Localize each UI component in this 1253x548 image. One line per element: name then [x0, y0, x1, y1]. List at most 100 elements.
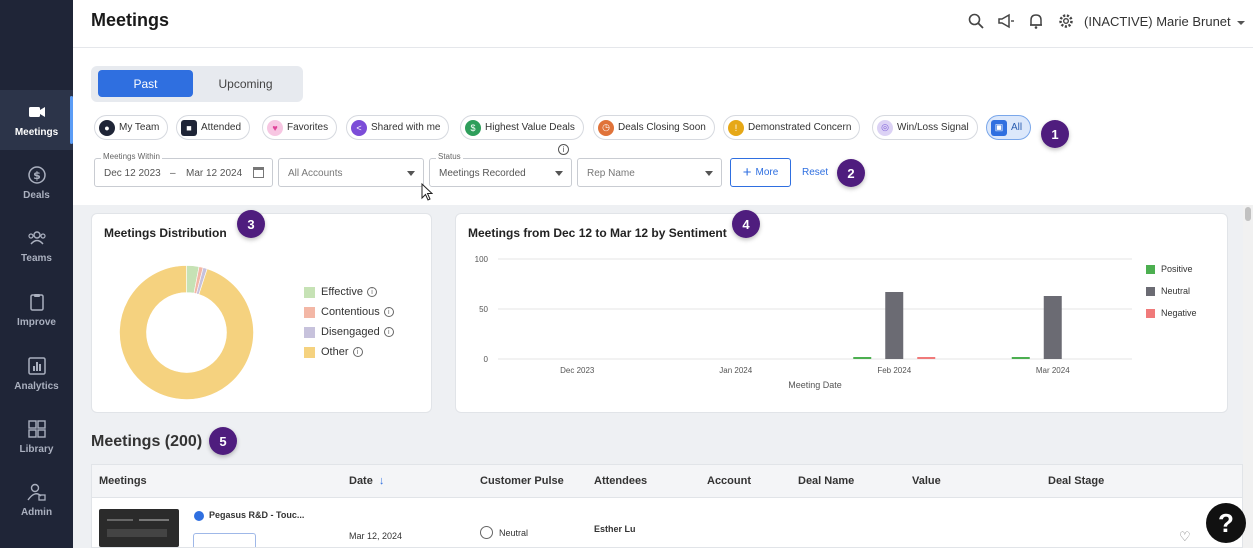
legend-swatch: [304, 326, 315, 338]
admin-icon: [26, 483, 46, 501]
meeting-name[interactable]: Pegasus R&D - Touc...: [209, 510, 304, 520]
legend-label: Effective: [321, 286, 363, 298]
legend-swatch: [1146, 308, 1155, 318]
chip-label: Deals Closing Soon: [618, 122, 706, 133]
more-filters-button[interactable]: + More: [730, 158, 791, 187]
chip-shared-with-me[interactable]: < Shared with me: [346, 115, 450, 140]
nav-label: Teams: [21, 253, 52, 264]
bar-chart-icon: [27, 357, 46, 375]
meeting-thumbnail[interactable]: [99, 509, 179, 547]
chip-all[interactable]: ▣ All: [986, 115, 1032, 140]
tab-upcoming[interactable]: Upcoming: [198, 70, 293, 97]
legend-neutral: Neutral: [1146, 286, 1190, 296]
column-customer-pulse[interactable]: Customer Pulse: [480, 475, 564, 487]
column-label: Date: [349, 475, 373, 487]
legend-label: Other: [321, 346, 349, 358]
heart-icon: ♥: [267, 119, 283, 136]
column-meetings[interactable]: Meetings: [99, 475, 147, 487]
scroll-thumb[interactable]: [1245, 207, 1251, 221]
x-axis-label: Meeting Date: [788, 380, 842, 390]
legend-label: Negative: [1161, 308, 1197, 318]
nav-teams[interactable]: Teams: [0, 216, 73, 276]
column-deal-stage[interactable]: Deal Stage: [1048, 475, 1104, 487]
chip-label: Attended: [201, 122, 242, 133]
user-menu[interactable]: (INACTIVE) Marie Brunet: [1084, 14, 1246, 29]
nav-library[interactable]: Library: [0, 407, 73, 467]
tab-past[interactable]: Past: [98, 70, 193, 97]
pie-slice-other[interactable]: [119, 265, 254, 400]
bar-positive-feb-2024[interactable]: [853, 357, 872, 359]
bar-negative-feb-2024[interactable]: [917, 357, 936, 359]
column-deal-name[interactable]: Deal Name: [798, 475, 854, 487]
chip-favorites[interactable]: ♥ Favorites: [262, 115, 338, 140]
search-icon[interactable]: [967, 12, 985, 30]
column-date[interactable]: Date ↓: [349, 475, 384, 487]
help-button[interactable]: ?: [1206, 503, 1246, 543]
info-icon[interactable]: i: [367, 287, 377, 297]
chip-deals-closing-soon[interactable]: ◷ Deals Closing Soon: [593, 115, 715, 140]
bar-neutral-feb-2024[interactable]: [885, 292, 904, 359]
heart-icon[interactable]: ♡: [1179, 529, 1191, 545]
signal-icon: ◎: [877, 119, 893, 136]
legend-swatch: [1146, 264, 1155, 274]
nav-label: Deals: [23, 190, 50, 201]
nav-label: Library: [19, 444, 54, 455]
legend-effective: Effective i: [304, 286, 377, 298]
legend-swatch: [1146, 286, 1155, 296]
chip-label: All: [1011, 122, 1023, 133]
nav-admin[interactable]: Admin: [0, 470, 73, 530]
info-icon[interactable]: i: [383, 307, 394, 317]
step-badge: 3: [237, 210, 265, 238]
status-value: Meetings Recorded: [439, 168, 526, 179]
dollar-icon: $: [27, 166, 46, 184]
date-to: Mar 12 2024: [186, 168, 243, 179]
reset-link[interactable]: Reset: [802, 167, 828, 178]
share-icon: <: [351, 119, 367, 136]
rep-name-select[interactable]: Rep Name: [577, 158, 722, 187]
bar-positive-mar-2024[interactable]: [1011, 357, 1030, 359]
info-icon[interactable]: i: [352, 347, 363, 357]
x-tick-label: Jan 2024: [719, 366, 752, 375]
accounts-select[interactable]: All Accounts: [278, 158, 424, 187]
nav-analytics[interactable]: Analytics: [0, 344, 73, 404]
legend-swatch: [304, 286, 315, 298]
calendar-icon[interactable]: [253, 167, 264, 178]
date-from: Dec 12 2023: [104, 168, 161, 179]
chip-my-team[interactable]: ● My Team: [94, 115, 169, 140]
chevron-down-icon: [555, 171, 563, 176]
chip-attended[interactable]: ■ Attended: [176, 115, 251, 140]
step-badge: 2: [837, 159, 865, 187]
nav-deals[interactable]: $ Deals: [0, 153, 73, 213]
people-icon: [27, 231, 46, 245]
chevron-down-icon: [1237, 20, 1246, 25]
scrollbar[interactable]: [1243, 205, 1253, 548]
megaphone-icon[interactable]: [997, 12, 1015, 30]
grid-icon: [27, 420, 46, 438]
info-icon[interactable]: i: [558, 144, 569, 155]
column-account[interactable]: Account: [707, 475, 751, 487]
past-upcoming-toggle: Past Upcoming: [91, 66, 303, 102]
column-value[interactable]: Value: [912, 475, 941, 487]
step-badge: 1: [1041, 120, 1069, 148]
pulse-value: Neutral: [499, 528, 529, 538]
info-icon[interactable]: i: [383, 327, 394, 337]
status-select[interactable]: Status Meetings Recorded: [429, 152, 572, 187]
nav-label: Admin: [20, 507, 53, 518]
chip-highest-value-deals[interactable]: $ Highest Value Deals: [460, 115, 584, 140]
legend-label: Positive: [1161, 264, 1193, 274]
legend-label: Disengaged: [321, 326, 380, 338]
bell-icon[interactable]: [1027, 12, 1045, 30]
chip-win-loss-signal[interactable]: ◎ Win/Loss Signal: [872, 115, 978, 140]
chip-demonstrated-concern[interactable]: ! Demonstrated Concern: [723, 115, 861, 140]
date-range-field[interactable]: Meetings Within Dec 12 2023 – Mar 12 202…: [94, 152, 273, 187]
gear-icon[interactable]: [1057, 12, 1075, 30]
bar-neutral-mar-2024[interactable]: [1043, 296, 1062, 359]
donut-chart: [119, 265, 254, 400]
meeting-action-button[interactable]: [193, 533, 256, 547]
clipboard-icon: [29, 294, 44, 311]
svg-text:$: $: [33, 169, 41, 182]
column-attendees[interactable]: Attendees: [594, 475, 647, 487]
nav-meetings[interactable]: Meetings: [0, 90, 73, 150]
nav-improve[interactable]: Improve: [0, 280, 73, 340]
rep-value: Rep Name: [587, 168, 635, 179]
